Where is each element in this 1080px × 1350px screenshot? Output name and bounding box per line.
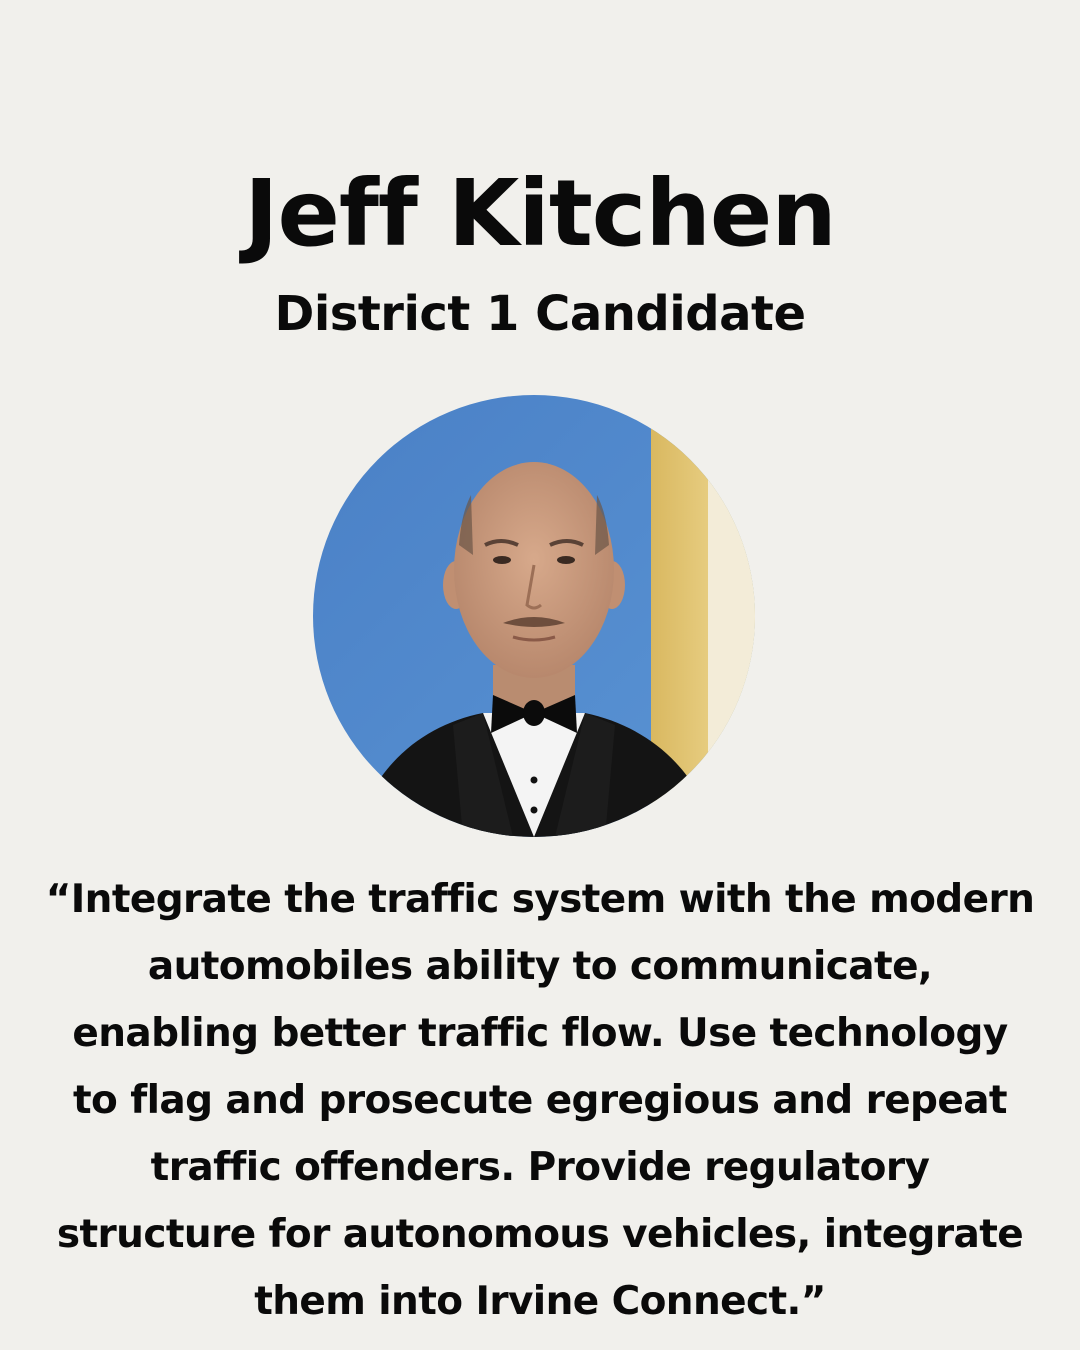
quote-line: them into Irvine Connect.” xyxy=(254,1279,826,1324)
quote-line: enabling better traffic flow. Use techno… xyxy=(72,1011,1008,1056)
candidate-name: Jeff Kitchen xyxy=(244,160,836,267)
quote-line: automobiles ability to communicate, xyxy=(147,944,933,989)
candidate-photo xyxy=(313,395,755,837)
candidate-title: District 1 Candidate xyxy=(274,286,806,342)
candidate-quote: “Integrate the traffic system with the m… xyxy=(0,866,1080,1335)
candidate-portrait-icon xyxy=(313,395,755,837)
quote-line: structure for autonomous vehicles, integ… xyxy=(56,1212,1024,1257)
quote-line: “Integrate the traffic system with the m… xyxy=(45,877,1035,922)
quote-line: traffic offenders. Provide regulatory xyxy=(150,1145,930,1190)
quote-line: to flag and prosecute egregious and repe… xyxy=(73,1078,1008,1123)
